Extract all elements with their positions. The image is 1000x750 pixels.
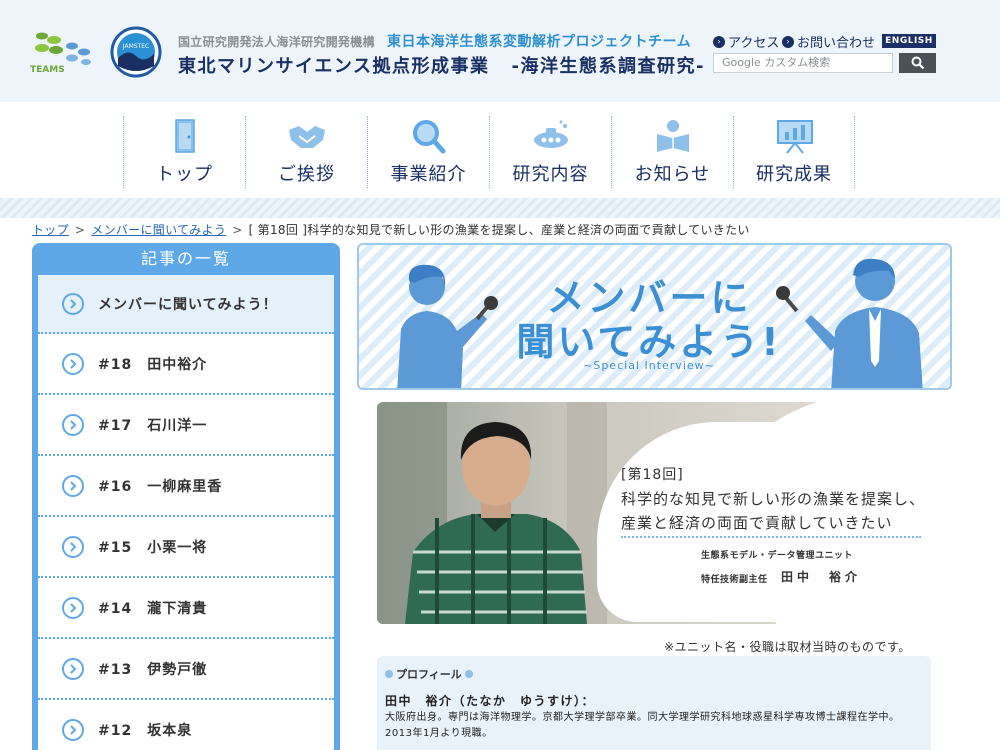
sidebar-item-18[interactable]: #18 田中裕介 (38, 334, 334, 395)
chevron-right-icon (62, 596, 84, 619)
chevron-right-icon (62, 535, 84, 558)
sidebar-item-14[interactable]: #14 瀧下清貴 (38, 578, 334, 639)
interview-headline-line1: 科学的な知見で新しい形の漁業を提案し、 (621, 490, 926, 508)
banner-subtitle: ~Special Interview~ (583, 359, 715, 372)
interviewer-silhouette-icon (397, 264, 498, 388)
org-name: 国立研究開発法人海洋研究開発機構 (178, 35, 375, 49)
nav-label: お知らせ (634, 164, 711, 185)
sidebar-item-15[interactable]: #15 小栗一将 (38, 517, 334, 578)
nav-label: 研究内容 (512, 164, 589, 185)
nav-label: 事業紹介 (390, 164, 467, 185)
nav-item-research[interactable]: 研究内容 (489, 116, 611, 188)
nav-item-greeting[interactable]: ご挨拶 (245, 116, 367, 188)
interview-card: [第18回] 科学的な知見で新しい形の漁業を提案し、 産業と経済の両面で貢献して… (377, 402, 931, 624)
access-label: アクセス (728, 36, 780, 51)
submarine-icon (534, 120, 568, 148)
chevron-right-icon (62, 413, 84, 436)
chevron-right-icon (62, 718, 84, 741)
sidebar-item-label: #18 田中裕介 (98, 356, 208, 373)
interviewee-role: 特任技術副主任 (701, 575, 768, 585)
banner-title-line2: 聞いてみよう! (516, 320, 782, 364)
reader-icon (657, 120, 689, 152)
search-input[interactable]: Google カスタム検索 (713, 53, 893, 73)
interviewee-unit: 生態系モデル・データ管理ユニット (701, 551, 854, 561)
sidebar-item-17[interactable]: #17 石川洋一 (38, 395, 334, 456)
sidebar-item-13[interactable]: #13 伊勢戸徹 (38, 639, 334, 700)
sidebar-title: 記事の一覧 (140, 249, 231, 268)
sidebar-item-16[interactable]: #16 一柳麻里香 (38, 456, 334, 517)
jamstec-logo[interactable]: JAMSTEC (110, 26, 162, 78)
divider (621, 536, 921, 538)
contact-label: お問い合わせ (797, 36, 876, 51)
profile-label-text: プロフィール (396, 668, 462, 681)
project-name: 東日本海洋生態系変動解析プロジェクトチーム (387, 34, 692, 50)
sidebar-item-index[interactable]: メンバーに聞いてみよう！ (38, 275, 334, 334)
breadcrumb-current: [ 第18回 ]科学的な知見で新しい形の漁業を提案し、産業と経済の両面で貢献して… (248, 223, 750, 237)
profile-text: 大阪府出身。専門は海洋物理学。京都大学理学部卒業。同大学理学研究科地球惑星科学専… (385, 712, 900, 739)
chevron-right-icon: › (713, 35, 725, 48)
teams-logo[interactable]: TEAMS (28, 26, 104, 76)
handshake-icon (289, 126, 325, 148)
search-icon (911, 56, 924, 70)
access-link[interactable]: › アクセス (713, 32, 779, 51)
english-button[interactable]: ENGLISH (882, 34, 936, 48)
interviewee-silhouette-icon (776, 258, 923, 388)
sidebar-item-12[interactable]: #12 坂本泉 (38, 700, 334, 750)
site-title-main: 東北マリンサイエンス拠点形成事業 (178, 56, 490, 77)
sidebar-item-label: #17 石川洋一 (98, 417, 208, 434)
stripe-band (0, 198, 1000, 218)
chevron-right-icon: › (782, 35, 794, 48)
sidebar-item-label: メンバーに聞いてみよう！ (98, 296, 278, 313)
article-list: メンバーに聞いてみよう！ #18 田中裕介 #17 石川洋一 #16 一柳麻里香… (38, 275, 334, 750)
sidebar-item-label: #12 坂本泉 (98, 722, 193, 739)
header: TEAMS JAMSTEC 国立研究開発法人海洋研究開発機構 東日本海洋生態系変… (0, 0, 1000, 102)
site-subtitle: -海洋生態系調査研究- (511, 56, 705, 77)
site-title[interactable]: 東北マリンサイエンス拠点形成事業 -海洋生態系調査研究- (178, 52, 705, 78)
profile-label: プロフィール (385, 666, 473, 682)
interview-banner: メンバーに 聞いてみよう! ~Special Interview~ (357, 243, 952, 390)
contact-link[interactable]: › お問い合わせ (782, 32, 875, 51)
interview-issue: [第18回] (621, 467, 684, 483)
bullet-icon (464, 670, 473, 678)
breadcrumb-separator: > (74, 223, 86, 237)
interviewee-name: 田中 裕介 (781, 570, 862, 584)
breadcrumb-section-link[interactable]: メンバーに聞いてみよう (91, 223, 226, 237)
chevron-right-icon (62, 292, 84, 315)
role-note: ※ユニット名・役職は取材当時のものです。 (664, 640, 911, 654)
breadcrumb-home-link[interactable]: トップ (32, 223, 69, 237)
nav-label: ご挨拶 (278, 164, 335, 185)
door-icon (175, 119, 195, 153)
nav-item-news[interactable]: お知らせ (611, 116, 733, 188)
sidebar-item-label: #16 一柳麻里香 (98, 478, 223, 495)
nav-label: トップ (156, 164, 213, 185)
search-button[interactable] (899, 53, 936, 73)
chevron-right-icon (62, 474, 84, 497)
profile-name: 田中 裕介（たなか ゆうすけ）： (385, 694, 596, 708)
profile-box: プロフィール 田中 裕介（たなか ゆうすけ）： 大阪府出身。専門は海洋物理学。京… (377, 656, 931, 750)
nav-item-business[interactable]: 事業紹介 (367, 116, 489, 188)
breadcrumb: トップ > メンバーに聞いてみよう > [ 第18回 ]科学的な知見で新しい形の漁業を提… (32, 221, 750, 238)
nav-label: 研究成果 (756, 164, 832, 185)
main-nav: トップ ご挨拶 事業紹介 研究内容 お知らせ 研究成果 (123, 116, 855, 188)
presentation-icon (777, 120, 813, 154)
breadcrumb-separator: > (232, 223, 243, 237)
magnifier-icon (413, 120, 446, 154)
nav-item-results[interactable]: 研究成果 (733, 116, 855, 188)
nav-item-top[interactable]: トップ (123, 116, 245, 188)
jamstec-logo-text: JAMSTEC (122, 43, 149, 50)
teams-logo-text: TEAMS (30, 65, 65, 75)
sidebar-item-label: #14 瀧下清貴 (98, 600, 208, 617)
chevron-right-icon (62, 657, 84, 680)
bullet-icon (385, 670, 393, 678)
sidebar-item-label: #15 小栗一将 (98, 539, 208, 556)
interview-headline-line2: 産業と経済の両面で貢献していきたい (621, 514, 893, 532)
sidebar: 記事の一覧 メンバーに聞いてみよう！ #18 田中裕介 #17 石川洋一 #16… (32, 243, 340, 750)
chevron-right-icon (62, 352, 84, 375)
header-wave (0, 94, 1000, 101)
sidebar-item-label: #13 伊勢戸徹 (98, 661, 208, 678)
